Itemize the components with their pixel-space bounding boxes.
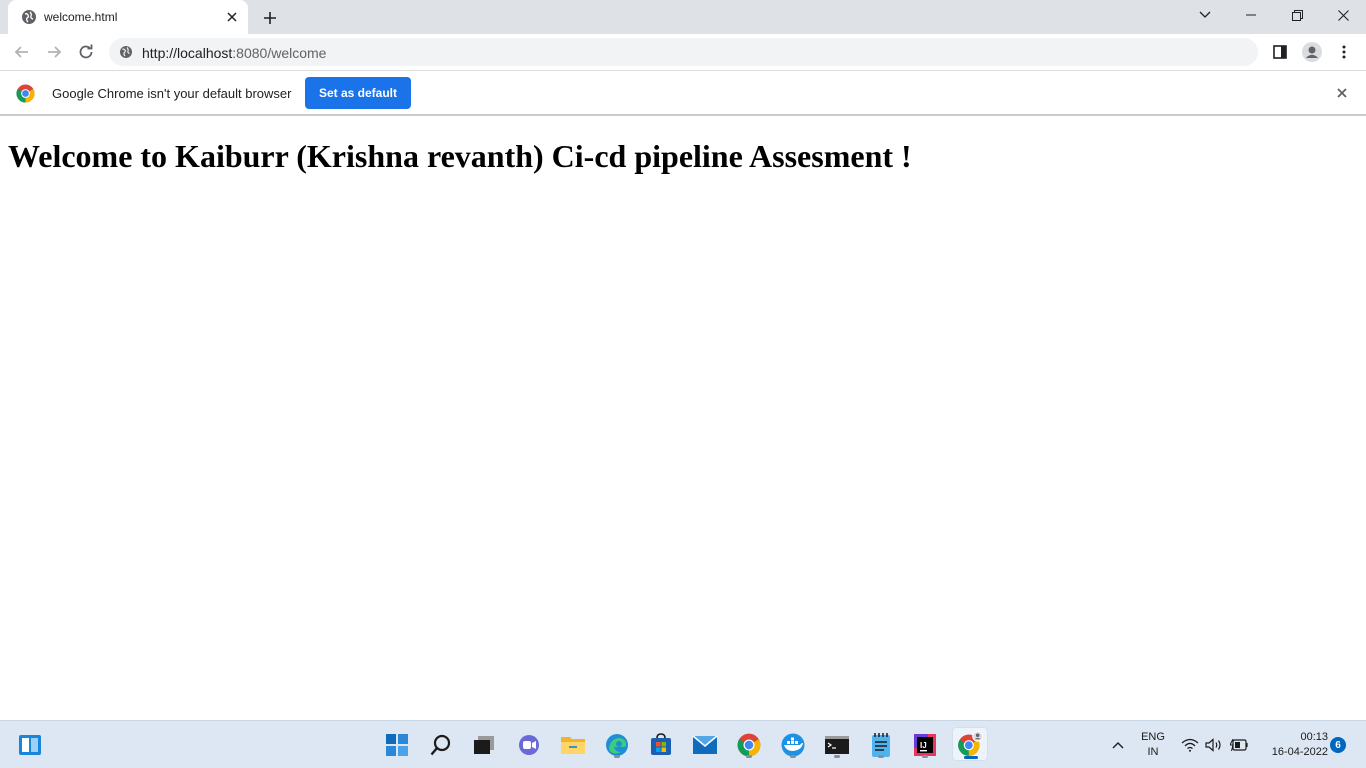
- url-path: :8080/welcome: [232, 45, 327, 61]
- avatar-icon: [1302, 42, 1322, 62]
- chrome-profile-icon: [958, 731, 983, 756]
- arrow-right-icon: [48, 46, 62, 58]
- infobar-message: Google Chrome isn't your default browser: [52, 86, 292, 101]
- reload-icon: [79, 44, 93, 59]
- task-view-icon: [474, 736, 494, 754]
- docker-button[interactable]: [777, 729, 809, 761]
- terminal-button[interactable]: [821, 729, 853, 761]
- running-indicator: [922, 755, 928, 758]
- restore-button[interactable]: [1274, 0, 1320, 30]
- minimize-button[interactable]: [1228, 0, 1274, 30]
- info-globe-icon: [120, 46, 132, 58]
- browser-tab[interactable]: welcome.html: [8, 0, 248, 34]
- forward-button[interactable]: [40, 38, 68, 66]
- input-language-indicator[interactable]: ENG IN: [1138, 730, 1168, 760]
- url-host: http://localhost: [142, 45, 233, 61]
- clock-date: 16-04-2022: [1271, 746, 1328, 758]
- minimize-icon: [1246, 14, 1256, 16]
- infobar-close-button[interactable]: [1332, 83, 1352, 103]
- terminal-icon: [825, 736, 849, 754]
- chrome-profile-button[interactable]: [952, 727, 988, 761]
- windows-taskbar: IJ ENG IN 00:13 16-04-2022: [0, 720, 1366, 768]
- widgets-button[interactable]: [14, 729, 46, 761]
- notepad-button[interactable]: [865, 729, 897, 761]
- chrome-icon: [737, 733, 761, 757]
- running-indicator: [746, 755, 752, 758]
- side-panel-button[interactable]: [1266, 38, 1294, 66]
- store-button[interactable]: [645, 729, 677, 761]
- chat-icon: [519, 735, 539, 755]
- page-heading: Welcome to Kaiburr (Krishna revanth) Ci-…: [8, 138, 912, 174]
- tab-search-button[interactable]: [1182, 0, 1228, 30]
- file-explorer-button[interactable]: [557, 729, 589, 761]
- tab-close-button[interactable]: [222, 7, 242, 27]
- network-button[interactable]: [1180, 735, 1200, 755]
- start-button[interactable]: [381, 729, 413, 761]
- folder-icon: [561, 737, 585, 754]
- svg-text:IJ: IJ: [920, 741, 927, 750]
- browser-toolbar: http://localhost:8080/welcome: [0, 34, 1366, 70]
- volume-button[interactable]: [1204, 735, 1224, 755]
- store-icon: [651, 733, 671, 755]
- battery-charging-icon: [1230, 739, 1248, 751]
- mail-button[interactable]: [689, 729, 721, 761]
- running-indicator: [790, 755, 796, 758]
- notification-badge[interactable]: 6: [1330, 737, 1346, 753]
- menu-button[interactable]: [1330, 38, 1358, 66]
- chat-button[interactable]: [513, 729, 545, 761]
- intellij-icon: IJ: [914, 734, 936, 756]
- chrome-button[interactable]: [733, 729, 765, 761]
- restore-icon: [1291, 9, 1303, 21]
- chrome-logo-icon: [16, 84, 35, 103]
- page-content: Welcome to Kaiburr (Krishna revanth) Ci-…: [0, 118, 1366, 720]
- running-indicator: [834, 755, 840, 758]
- close-icon: [1337, 9, 1349, 21]
- reload-button[interactable]: [72, 38, 100, 66]
- tab-strip: welcome.html: [0, 0, 1366, 34]
- region-code: IN: [1147, 746, 1159, 758]
- clock[interactable]: 00:13 16-04-2022: [1256, 730, 1328, 760]
- task-view-button[interactable]: [468, 729, 500, 761]
- new-tab-button[interactable]: [258, 6, 282, 30]
- back-button[interactable]: [8, 38, 36, 66]
- running-indicator: [878, 755, 884, 758]
- running-indicator: [614, 755, 620, 758]
- arrow-left-icon: [14, 46, 28, 58]
- default-browser-infobar: Google Chrome isn't your default browser…: [0, 70, 1366, 116]
- close-window-button[interactable]: [1320, 0, 1366, 30]
- active-indicator: [964, 756, 978, 759]
- url-text: http://localhost:8080/welcome: [142, 45, 326, 61]
- start-icon: [386, 734, 408, 756]
- plus-icon: [264, 12, 276, 24]
- language-code: ENG: [1141, 731, 1165, 743]
- edge-icon: [606, 734, 628, 756]
- kebab-menu-icon: [1342, 45, 1346, 59]
- profile-button[interactable]: [1298, 38, 1326, 66]
- edge-button[interactable]: [601, 729, 633, 761]
- docker-icon: [781, 733, 805, 757]
- speaker-icon: [1205, 738, 1221, 752]
- widgets-icon: [19, 735, 41, 755]
- close-icon: [227, 12, 237, 22]
- battery-button[interactable]: [1228, 735, 1250, 755]
- close-icon: [1337, 88, 1347, 98]
- clock-time: 00:13: [1300, 731, 1328, 743]
- search-button[interactable]: [425, 729, 457, 761]
- chevron-down-icon: [1199, 11, 1211, 18]
- mail-icon: [692, 735, 718, 754]
- intellij-button[interactable]: IJ: [909, 729, 941, 761]
- search-icon: [430, 734, 451, 756]
- wifi-icon: [1181, 738, 1199, 752]
- show-hidden-icons-button[interactable]: [1108, 735, 1128, 755]
- globe-icon: [22, 10, 36, 24]
- tab-title: welcome.html: [44, 10, 118, 24]
- set-as-default-button[interactable]: Set as default: [305, 77, 411, 109]
- chevron-up-icon: [1112, 742, 1124, 749]
- side-panel-icon: [1273, 45, 1287, 59]
- address-bar[interactable]: http://localhost:8080/welcome: [109, 38, 1258, 66]
